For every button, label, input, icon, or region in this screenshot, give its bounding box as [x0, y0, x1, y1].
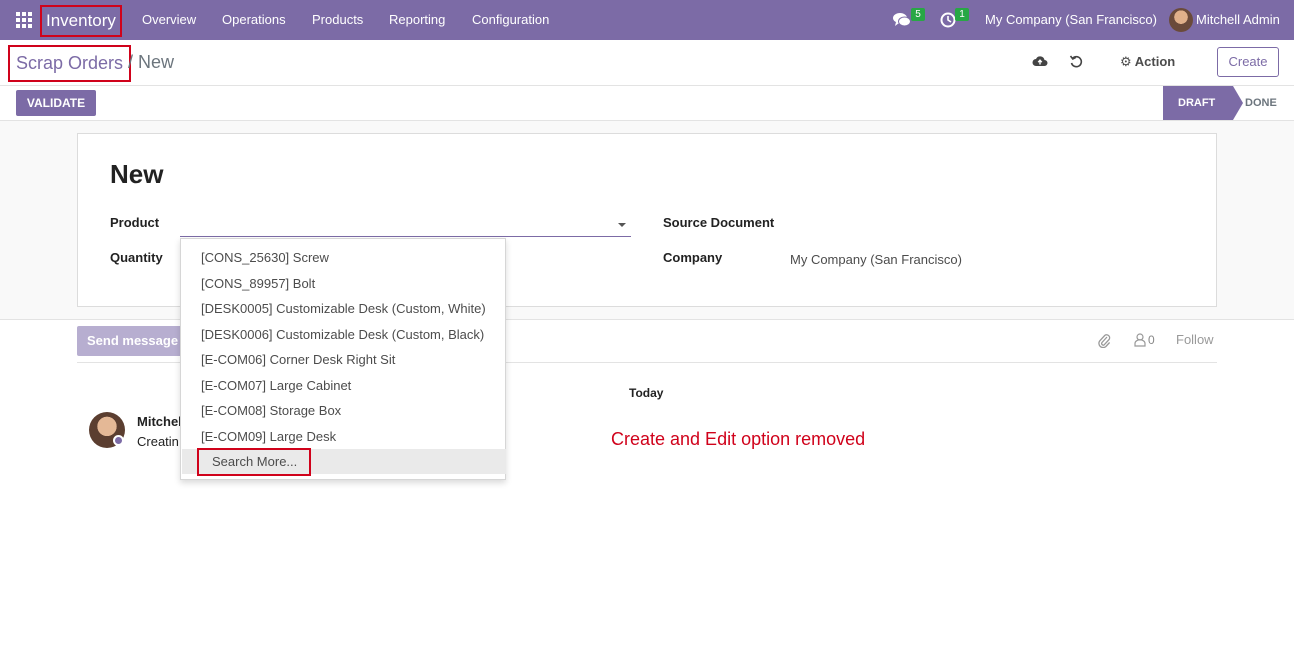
form-statusbar: VALIDATE DRAFT DONE: [0, 85, 1294, 121]
company-value[interactable]: My Company (San Francisco): [790, 252, 962, 268]
app-name[interactable]: Inventory: [40, 5, 122, 37]
menu-overview[interactable]: Overview: [142, 0, 196, 40]
send-message-button[interactable]: Send message: [77, 326, 183, 356]
stage-done[interactable]: DONE: [1245, 86, 1277, 120]
action-label: Action: [1134, 54, 1176, 69]
menu-products[interactable]: Products: [312, 0, 363, 40]
dropdown-caret-icon[interactable]: [618, 223, 626, 227]
search-more-option[interactable]: Search More...: [197, 448, 311, 476]
followers-icon[interactable]: [1134, 333, 1146, 347]
breadcrumb-current: / New: [128, 52, 175, 72]
product-input[interactable]: [180, 210, 631, 237]
gear-icon: ⚙: [1120, 54, 1132, 69]
user-menu[interactable]: Mitchell Admin: [1196, 0, 1280, 40]
create-button[interactable]: Create: [1217, 47, 1279, 77]
dropdown-option[interactable]: [DESK0005] Customizable Desk (Custom, Wh…: [201, 301, 486, 317]
save-cloud-icon[interactable]: [1032, 54, 1048, 68]
menu-configuration[interactable]: Configuration: [472, 0, 549, 40]
dropdown-option[interactable]: [CONS_25630] Screw: [201, 250, 329, 266]
followers-count[interactable]: 0: [1148, 333, 1155, 347]
breadcrumb-scrap-orders[interactable]: Scrap Orders: [8, 45, 132, 82]
messages-icon[interactable]: [893, 12, 911, 28]
online-status-dot: [113, 435, 124, 446]
user-avatar[interactable]: [1169, 8, 1193, 32]
activities-count-badge: 1: [955, 8, 969, 21]
menu-operations[interactable]: Operations: [222, 0, 286, 40]
message-author: Mitchel: [137, 414, 182, 429]
dropdown-option[interactable]: [E-COM09] Large Desk: [201, 429, 336, 445]
annotation-text: Create and Edit option removed: [611, 429, 866, 449]
validate-button[interactable]: VALIDATE: [16, 90, 96, 116]
message-body: Creatin: [137, 434, 179, 449]
dropdown-option[interactable]: [E-COM06] Corner Desk Right Sit: [201, 352, 395, 368]
quantity-label: Quantity: [110, 250, 163, 265]
dropdown-option[interactable]: [E-COM07] Large Cabinet: [201, 378, 351, 394]
dropdown-option[interactable]: [CONS_89957] Bolt: [201, 276, 315, 292]
source-document-label: Source Document: [663, 215, 775, 230]
follow-button[interactable]: Follow: [1176, 332, 1214, 348]
top-navbar: Inventory Overview Operations Products R…: [0, 0, 1294, 40]
discard-undo-icon[interactable]: [1069, 54, 1083, 68]
messages-count-badge: 5: [911, 8, 925, 21]
clock-icon[interactable]: [940, 12, 956, 28]
menu-reporting[interactable]: Reporting: [389, 0, 445, 40]
product-label: Product: [110, 215, 160, 230]
stage-draft[interactable]: DRAFT: [1163, 86, 1243, 120]
paperclip-icon[interactable]: [1097, 332, 1111, 348]
apps-grid-icon[interactable]: [16, 12, 32, 28]
dropdown-option[interactable]: [E-COM08] Storage Box: [201, 403, 341, 419]
date-separator: Today: [629, 386, 664, 400]
dropdown-option[interactable]: [DESK0006] Customizable Desk (Custom, Bl…: [201, 327, 484, 343]
product-autocomplete-dropdown: [CONS_25630] Screw [CONS_89957] Bolt [DE…: [180, 238, 506, 480]
company-label: Company: [663, 250, 723, 265]
company-switcher[interactable]: My Company (San Francisco): [985, 0, 1157, 40]
record-title: New: [110, 159, 164, 189]
action-menu-button[interactable]: ⚙ Action: [1120, 50, 1175, 74]
